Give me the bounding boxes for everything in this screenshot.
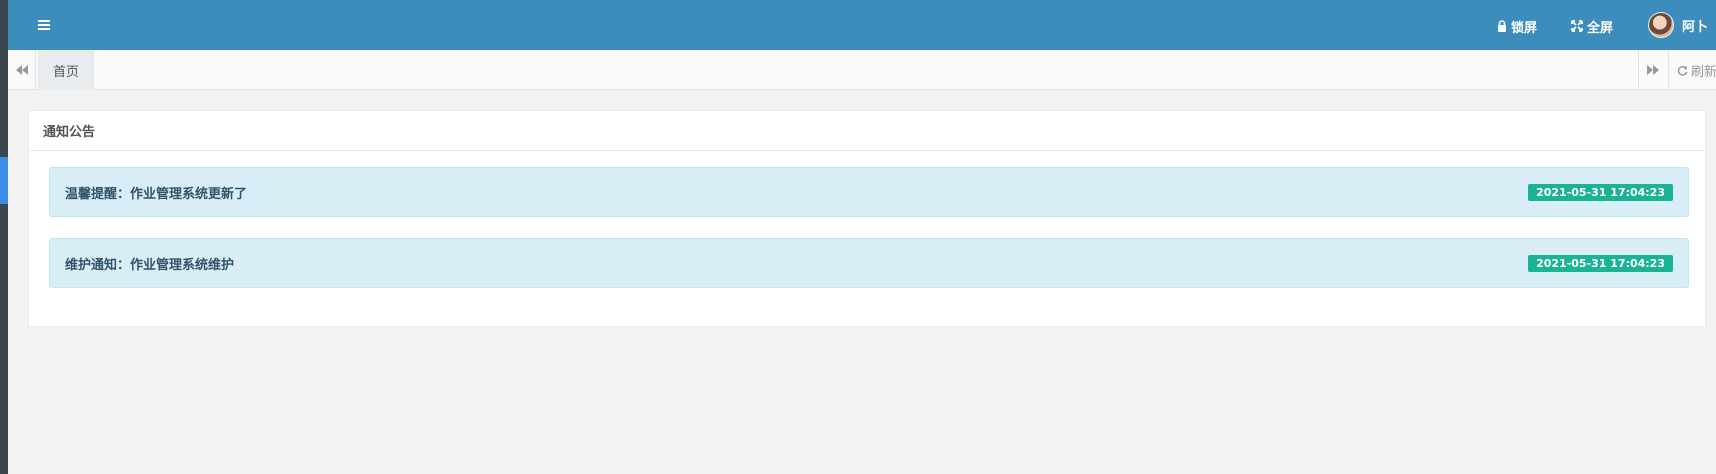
sidebar-edge: [0, 0, 8, 474]
lock-screen-label: 锁屏: [1511, 20, 1538, 36]
sidebar-active-indicator: [0, 157, 8, 204]
tab-home-label: 首页: [52, 64, 79, 80]
refresh-label: 刷新: [1691, 64, 1716, 80]
menu-icon: [38, 20, 50, 22]
double-left-icon: [15, 65, 28, 75]
tabs-bar: 首页 刷新: [8, 50, 1716, 90]
notice-title: 维护通知：作业管理系统维护: [65, 257, 235, 273]
expand-icon: [1571, 20, 1583, 32]
tabs-scroll-right-button[interactable]: [1638, 50, 1666, 90]
notice-item[interactable]: 维护通知：作业管理系统维护 2021-05-31 17:04:23: [49, 238, 1689, 288]
refresh-button[interactable]: 刷新: [1668, 50, 1716, 90]
notice-panel: 通知公告 温馨提醒：作业管理系统更新了 2021-05-31 17:04:23 …: [28, 110, 1706, 327]
notice-time-badge: 2021-05-31 17:04:23: [1528, 254, 1673, 272]
panel-title: 通知公告: [43, 125, 96, 140]
fullscreen-button[interactable]: 全屏: [1571, 17, 1614, 36]
tab-home[interactable]: 首页: [38, 50, 94, 90]
user-menu[interactable]: 阿卜: [1648, 12, 1708, 38]
user-name: 阿卜: [1682, 19, 1709, 35]
double-right-icon: [1646, 65, 1659, 75]
lock-icon: [1497, 20, 1507, 32]
avatar: [1648, 12, 1674, 38]
tabs-scroll-left-button[interactable]: [8, 50, 36, 90]
notice-item[interactable]: 温馨提醒：作业管理系统更新了 2021-05-31 17:04:23: [49, 167, 1689, 217]
refresh-icon: [1677, 65, 1688, 76]
notice-title: 温馨提醒：作业管理系统更新了: [65, 186, 248, 202]
top-navbar: 锁屏 全屏 阿卜: [8, 0, 1716, 50]
notice-time-badge: 2021-05-31 17:04:23: [1528, 183, 1673, 201]
fullscreen-label: 全屏: [1587, 20, 1614, 36]
menu-toggle-button[interactable]: [34, 15, 56, 35]
panel-header: 通知公告: [29, 111, 1705, 151]
lock-screen-button[interactable]: 锁屏: [1497, 17, 1538, 36]
